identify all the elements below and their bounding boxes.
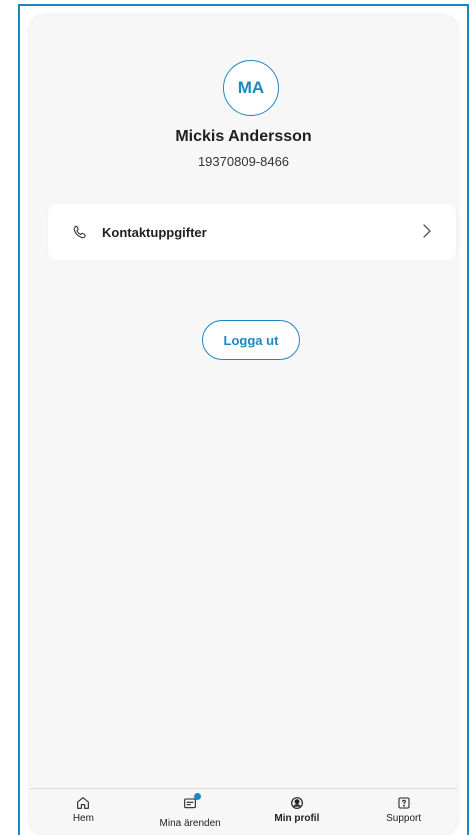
avatar-initials: MA [237, 78, 265, 97]
tab-my-cases-label: Mina ärenden [159, 818, 221, 829]
notification-dot [194, 793, 202, 800]
tab-my-profile[interactable]: Min profil [244, 789, 351, 834]
tab-my-cases[interactable]: Mina ärenden [137, 789, 244, 834]
logout-button[interactable]: Logga ut [202, 320, 300, 360]
home-icon [77, 797, 90, 809]
contact-details-label: Kontaktuppgifter [102, 224, 207, 240]
app-screen: MA Mickis Andersson 19370809-8466 Kontak… [30, 16, 457, 834]
bottom-tab-bar: Hem Mina ärenden Min profil Support [30, 788, 457, 834]
tab-support-label: Support [386, 813, 422, 824]
profile-icon [290, 797, 303, 809]
logout-label: Logga ut [223, 332, 279, 348]
tab-home[interactable]: Hem [30, 789, 137, 834]
tab-my-profile-label: Min profil [274, 813, 320, 824]
tab-support[interactable]: Support [350, 789, 457, 834]
personal-number: 19370809-8466 [197, 154, 290, 169]
avatar: MA [223, 60, 279, 116]
browser-frame: MA Mickis Andersson 19370809-8466 Kontak… [18, 4, 469, 835]
contact-details-item[interactable]: Kontaktuppgifter [48, 204, 456, 260]
tab-home-label: Hem [72, 813, 94, 824]
chevron-right-icon [423, 224, 431, 238]
phone-icon [73, 225, 86, 239]
profile-name: Mickis Andersson [175, 128, 312, 145]
support-icon [398, 797, 410, 809]
